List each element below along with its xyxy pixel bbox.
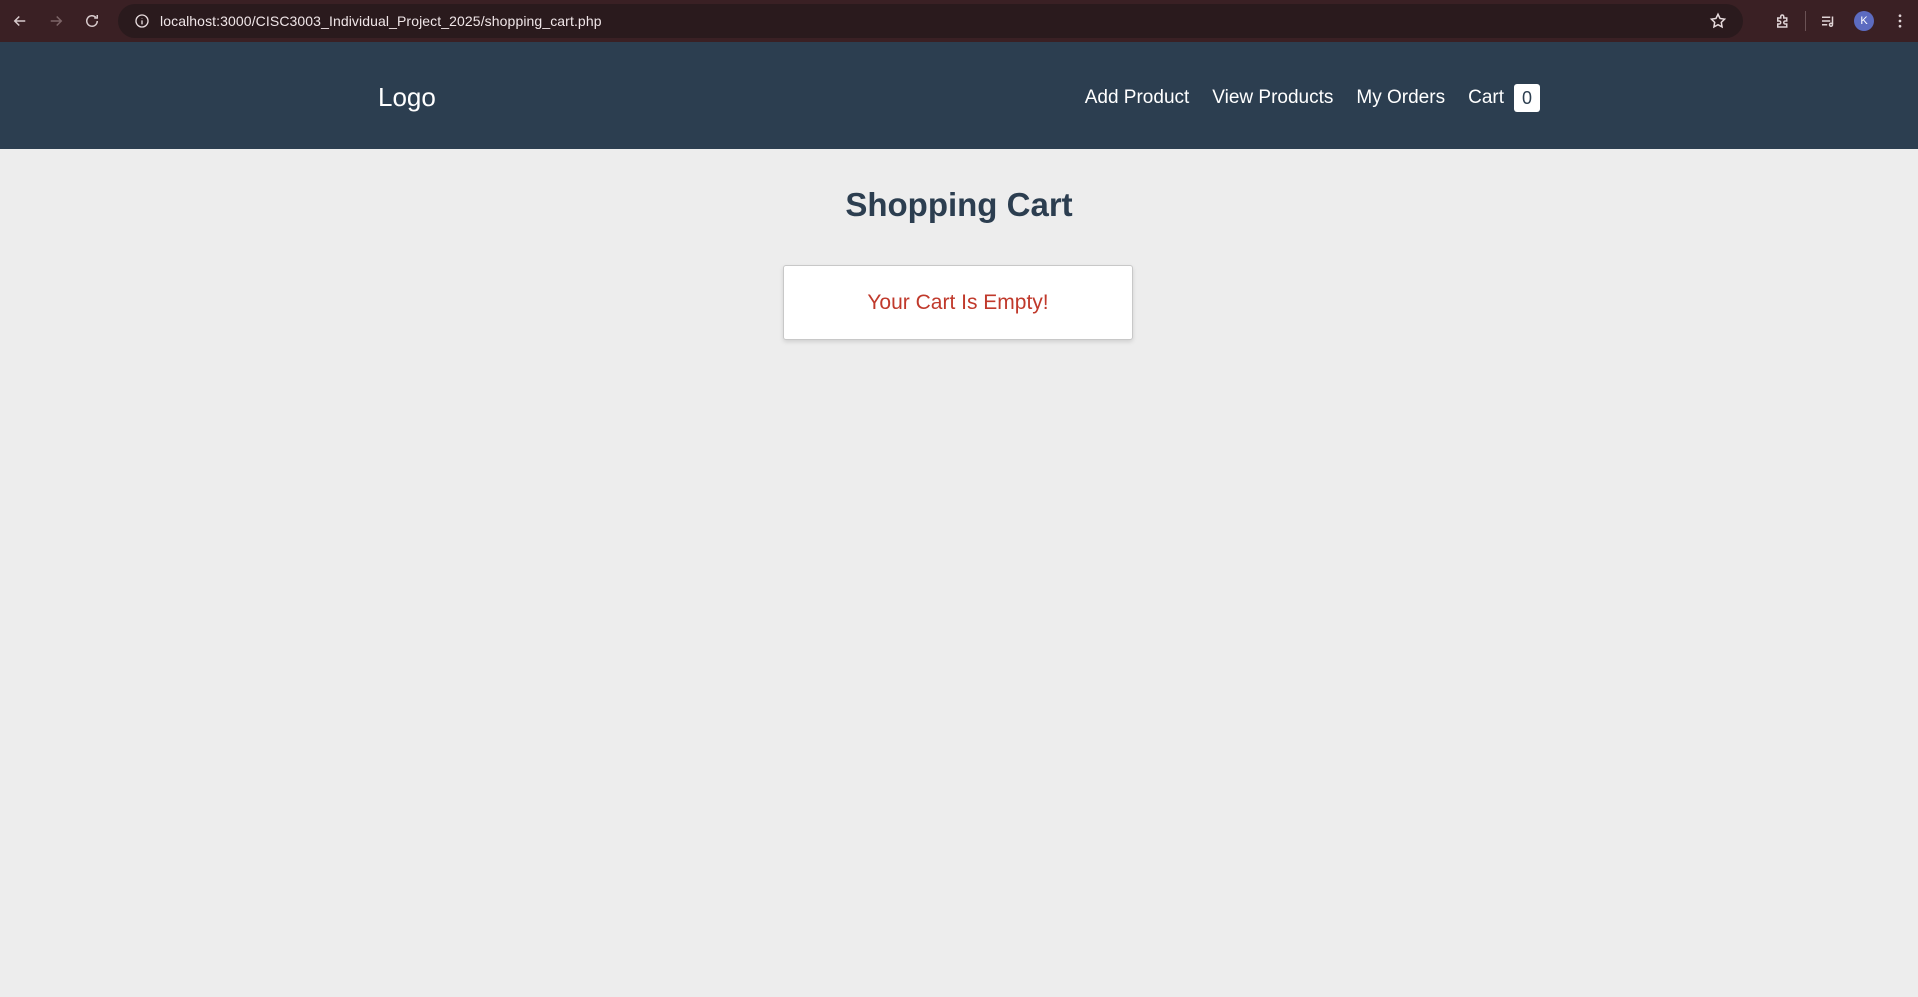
- toolbar-divider: [1805, 11, 1806, 31]
- puzzle-icon[interactable]: [1765, 0, 1801, 42]
- star-icon[interactable]: [1703, 4, 1733, 38]
- address-bar[interactable]: localhost:3000/CISC3003_Individual_Proje…: [118, 4, 1743, 38]
- nav-cart-label: Cart: [1468, 87, 1504, 108]
- back-arrow-icon[interactable]: [2, 0, 38, 42]
- kebab-menu-icon[interactable]: [1882, 0, 1918, 42]
- main-nav: Add Product View Products My Orders Cart…: [1062, 84, 1540, 112]
- page-title: Shopping Cart: [845, 186, 1073, 223]
- reload-icon[interactable]: [74, 0, 110, 42]
- media-queue-icon[interactable]: [1810, 0, 1846, 42]
- profile-avatar[interactable]: K: [1846, 0, 1882, 42]
- site-info-icon[interactable]: [124, 4, 160, 38]
- browser-actions: K: [1765, 0, 1918, 42]
- nav-cart[interactable]: Cart 0: [1468, 84, 1540, 112]
- site-header: Logo Add Product View Products My Orders…: [0, 42, 1918, 149]
- cart-count-badge: 0: [1514, 84, 1540, 112]
- nav-my-orders[interactable]: My Orders: [1356, 84, 1445, 112]
- empty-cart-message: Your Cart Is Empty!: [867, 290, 1049, 314]
- browser-toolbar: localhost:3000/CISC3003_Individual_Proje…: [0, 0, 1918, 42]
- site-logo[interactable]: Logo: [378, 82, 436, 113]
- nav-view-products[interactable]: View Products: [1212, 84, 1333, 112]
- empty-cart-box: Your Cart Is Empty!: [783, 265, 1133, 340]
- avatar: K: [1854, 11, 1874, 31]
- nav-add-product[interactable]: Add Product: [1085, 84, 1190, 112]
- url-text[interactable]: localhost:3000/CISC3003_Individual_Proje…: [160, 13, 602, 29]
- forward-arrow-icon[interactable]: [38, 0, 74, 42]
